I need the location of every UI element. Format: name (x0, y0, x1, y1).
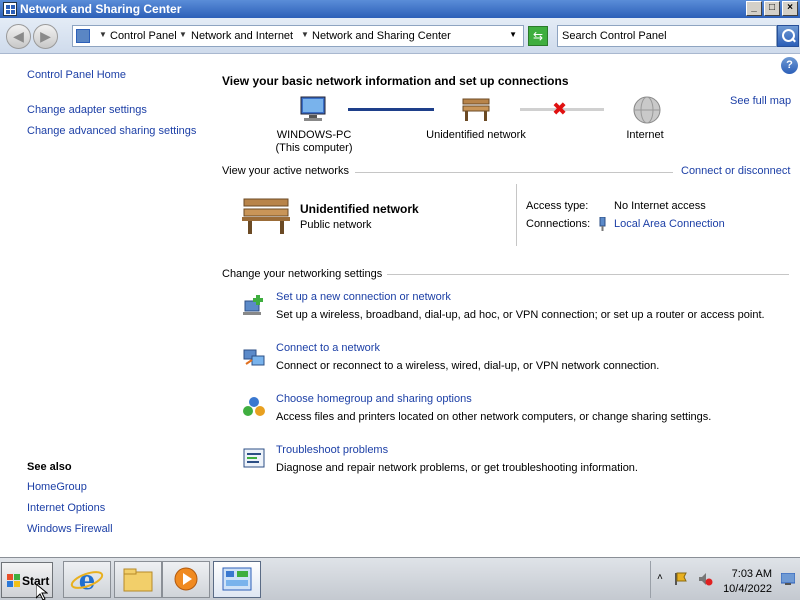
control-panel-icon (222, 567, 252, 591)
title-bar: Network and Sharing Center _ □ × (0, 0, 800, 18)
map-computer[interactable] (268, 94, 360, 127)
task-description: Connect or reconnect to a wireless, wire… (276, 360, 660, 372)
see-also-internet-options[interactable]: Internet Options (27, 502, 105, 514)
computer-subtitle: (This computer) (275, 142, 353, 154)
search-input[interactable]: Search Control Panel (557, 25, 777, 47)
system-tray: ˄ 7:03 AM 10/4/2022 (650, 561, 798, 598)
active-network-name: Unidentified network (300, 202, 419, 216)
minimize-button[interactable]: _ (746, 1, 762, 16)
sidebar-control-panel-home[interactable]: Control Panel Home (27, 69, 126, 81)
breadcrumb-arrow-icon[interactable]: ▼ (301, 30, 309, 39)
connections-label: Connections: (526, 218, 591, 230)
address-bar[interactable]: ▼ Control Panel ▼ Network and Internet ▼… (72, 25, 524, 47)
disconnected-x-icon: ✖ (552, 99, 568, 119)
computer-name: WINDOWS-PC (276, 129, 352, 141)
task-title-link[interactable]: Set up a new connection or network (276, 291, 451, 303)
bench-icon (462, 98, 490, 121)
back-button[interactable]: ◀ (6, 24, 31, 49)
connection-line (348, 108, 434, 111)
forward-button[interactable]: ▶ (33, 24, 58, 49)
windows-logo-icon (7, 574, 21, 588)
active-networks-label: View your active networks (222, 165, 349, 177)
refresh-icon[interactable]: ⇆ (528, 26, 548, 46)
connect-or-disconnect-link[interactable]: Connect or disconnect (681, 165, 790, 177)
see-also-windows-firewall[interactable]: Windows Firewall (27, 523, 113, 535)
action-center-flag-icon[interactable] (673, 571, 689, 587)
task-title-link[interactable]: Connect to a network (276, 342, 380, 354)
active-network-type: Public network (300, 219, 372, 231)
task-title-link[interactable]: Troubleshoot problems (276, 444, 388, 456)
divider (387, 274, 789, 275)
window-title: Network and Sharing Center (20, 2, 182, 16)
breadcrumb-control-panel[interactable]: Control Panel (110, 30, 177, 42)
folder-icon (123, 568, 153, 592)
divider (355, 172, 673, 173)
clock-time: 7:03 AM (731, 568, 772, 580)
svg-text:e: e (79, 566, 96, 596)
help-icon[interactable]: ? (781, 57, 798, 74)
clock-date: 10/4/2022 (723, 583, 772, 595)
page-heading: View your basic network information and … (222, 74, 569, 88)
sidebar-change-advanced-sharing[interactable]: Change advanced sharing settings (27, 125, 196, 137)
map-internet[interactable] (629, 94, 665, 129)
map-computer-label: WINDOWS-PC (This computer) (260, 129, 368, 155)
address-toolbar: ◀ ▶ ▼ Control Panel ▼ Network and Intern… (0, 18, 800, 54)
close-button[interactable]: × (782, 1, 798, 16)
breadcrumb-network-sharing-center[interactable]: Network and Sharing Center (312, 30, 451, 42)
mouse-cursor-icon (36, 584, 48, 600)
task-title-link[interactable]: Choose homegroup and sharing options (276, 393, 472, 405)
access-type-value: No Internet access (614, 200, 706, 212)
taskbar-media-player[interactable] (162, 561, 210, 598)
access-type-label: Access type: (526, 200, 589, 212)
task-description: Diagnose and repair network problems, or… (276, 462, 638, 474)
connect-network-icon (242, 344, 266, 368)
task-description: Access files and printers located on oth… (276, 411, 712, 423)
clock[interactable]: 7:03 AM 10/4/2022 (723, 567, 772, 597)
breadcrumb-network-internet[interactable]: Network and Internet (191, 30, 293, 42)
computer-icon (300, 96, 326, 121)
task-description: Set up a wireless, broadband, dial-up, a… (276, 309, 765, 321)
see-also-homegroup[interactable]: HomeGroup (27, 481, 87, 493)
control-panel-icon (76, 29, 90, 43)
maximize-button[interactable]: □ (764, 1, 780, 16)
media-player-icon (174, 567, 198, 591)
map-network[interactable] (458, 95, 494, 126)
see-full-map-link[interactable]: See full map (730, 95, 791, 107)
address-dropdown-icon[interactable]: ▼ (509, 30, 517, 39)
ethernet-icon (598, 216, 607, 231)
map-internet-label: Internet (626, 129, 664, 141)
local-area-connection-link[interactable]: Local Area Connection (614, 218, 725, 230)
left-pane: Control Panel Home Change adapter settin… (0, 55, 212, 555)
search-icon[interactable] (777, 25, 799, 47)
internet-explorer-icon: e (70, 566, 104, 596)
change-settings-label: Change your networking settings (222, 268, 383, 280)
taskbar: Start e ˄ 7:03 AM 10/4/2022 (0, 557, 800, 600)
troubleshoot-icon (242, 446, 266, 470)
sidebar-change-adapter-settings[interactable]: Change adapter settings (27, 104, 147, 116)
map-network-label: Unidentified network (426, 129, 526, 141)
see-also-heading: See also (27, 461, 72, 473)
breadcrumb-arrow-icon[interactable]: ▼ (99, 30, 107, 39)
breadcrumb-arrow-icon[interactable]: ▼ (179, 30, 187, 39)
show-desktop-icon[interactable] (781, 573, 795, 585)
taskbar-windows-explorer[interactable] (114, 561, 162, 598)
taskbar-network-sharing-center[interactable] (213, 561, 261, 598)
show-hidden-icons-icon[interactable]: ˄ (657, 572, 663, 583)
window-icon (3, 2, 17, 16)
speaker-muted-icon[interactable] (697, 571, 713, 587)
divider (516, 184, 517, 246)
homegroup-icon (242, 395, 266, 419)
globe-icon (633, 96, 661, 124)
taskbar-internet-explorer[interactable]: e (63, 561, 111, 598)
network-bench-icon (240, 193, 292, 240)
new-connection-icon (242, 293, 266, 317)
